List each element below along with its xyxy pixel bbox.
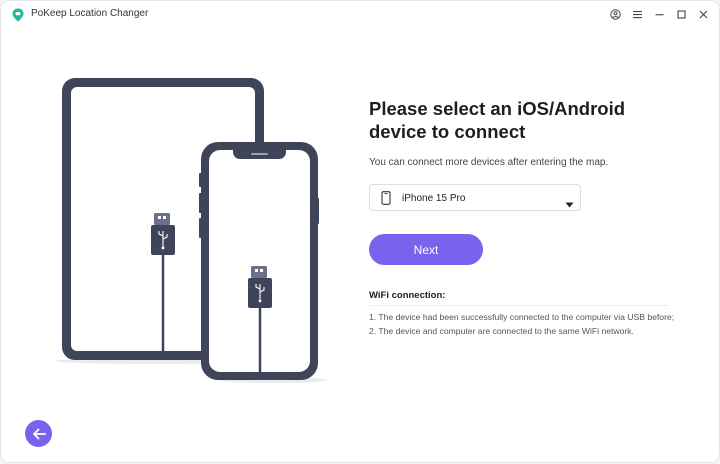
menu-icon[interactable] xyxy=(629,6,645,22)
title-bar: PoKeep Location Changer xyxy=(1,1,719,29)
maximize-icon[interactable] xyxy=(673,6,689,22)
page-subtext: You can connect more devices after enter… xyxy=(369,157,609,168)
device-select[interactable]: iPhone 15 Pro xyxy=(369,184,581,211)
wifi-connection-title: WiFi connection: xyxy=(369,290,446,301)
wifi-instruction-item: 1. The device had been successfully conn… xyxy=(369,312,675,322)
wifi-instructions: 1. The device had been successfully conn… xyxy=(369,310,679,338)
device-connection-illustration xyxy=(53,73,333,385)
device-select-value: iPhone 15 Pro xyxy=(402,193,466,204)
app-title: PoKeep Location Changer xyxy=(31,8,149,19)
minimize-icon[interactable] xyxy=(651,6,667,22)
window-controls xyxy=(607,6,711,22)
account-icon[interactable] xyxy=(607,6,623,22)
caret-down-icon xyxy=(565,195,574,213)
divider xyxy=(369,305,669,306)
wifi-instruction-item: 2. The device and computer are connected… xyxy=(369,326,634,336)
app-window: PoKeep Location Changer Please select an… xyxy=(1,1,719,462)
next-button[interactable]: Next xyxy=(369,234,483,265)
back-button[interactable] xyxy=(25,420,52,447)
phone-icon xyxy=(381,191,391,210)
arrow-left-icon xyxy=(32,428,46,440)
app-logo-icon xyxy=(11,8,25,22)
page-heading: Please select an iOS/Android device to c… xyxy=(369,98,626,142)
close-icon[interactable] xyxy=(695,6,711,22)
